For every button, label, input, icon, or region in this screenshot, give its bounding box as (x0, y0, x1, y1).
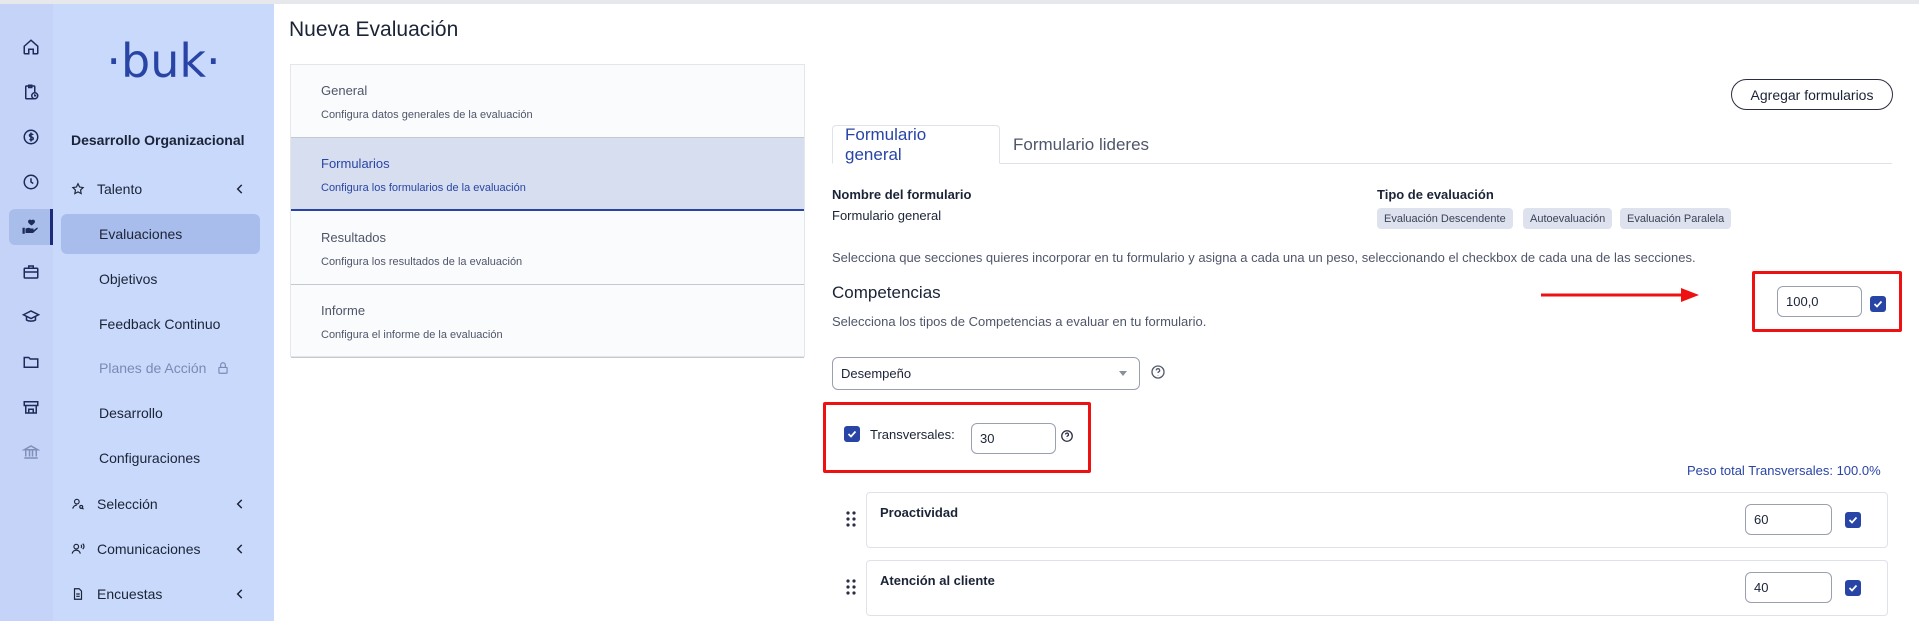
step-title: Resultados (321, 230, 387, 245)
sidebar-item-desarrollo[interactable]: Desarrollo (61, 393, 260, 433)
competencias-title: Competencias (832, 283, 941, 302)
caret-down-icon (1119, 371, 1127, 376)
evaluation-type-badge: Evaluación Paralela (1620, 208, 1732, 229)
top-border (0, 0, 1919, 4)
store-icon[interactable] (9, 389, 53, 425)
sidebar-item-label: Talento (97, 181, 143, 197)
sidebar-item-configuraciones[interactable]: Configuraciones (61, 438, 260, 478)
check-icon (1848, 584, 1858, 592)
step-title: Formularios (321, 156, 390, 171)
tab-formulario-general[interactable]: Formulario general (832, 125, 1000, 164)
home-icon[interactable] (9, 29, 53, 65)
check-icon (1873, 300, 1883, 308)
sidebar-item-label: Encuestas (97, 586, 163, 602)
help-icon[interactable] (1060, 429, 1074, 443)
step-title: Informe (321, 303, 366, 318)
competency-name: Atención al cliente (880, 573, 995, 588)
peso-total-transversales: Peso total Transversales: 100.0% (1687, 463, 1881, 478)
competencias-help-text: Selecciona los tipos de Competencias a e… (832, 314, 1207, 329)
competencias-weight-input[interactable]: 100,0 (1777, 286, 1862, 317)
sidebar-item-label: Feedback Continuo (99, 316, 221, 332)
step-description: Configura el informe de la evaluación (321, 329, 503, 341)
evaluation-type-label: Tipo de evaluación (1377, 187, 1494, 202)
competency-name: Proactividad (880, 505, 959, 520)
sidebar-item-label: Objetivos (99, 271, 158, 287)
step-informe[interactable]: Informe Configura el informe de la evalu… (291, 285, 804, 358)
competency-row: Atención al cliente (866, 560, 1888, 616)
check-icon (1848, 516, 1858, 524)
dollar-icon[interactable] (9, 119, 53, 155)
star-icon (71, 182, 85, 195)
sidebar-item-encuestas[interactable]: Encuestas (53, 574, 274, 614)
sidebar-item-label: Evaluaciones (99, 226, 183, 242)
chevron-left-icon (236, 499, 243, 509)
briefcase-icon[interactable] (9, 254, 53, 290)
sidebar-item-feedback-continuo[interactable]: Feedback Continuo (61, 304, 260, 344)
sidebar-item-objetivos[interactable]: Objetivos (61, 259, 260, 299)
transversales-checkbox[interactable] (844, 426, 860, 442)
check-icon (847, 430, 857, 438)
people-broadcast-icon (71, 543, 85, 554)
icon-rail (0, 4, 53, 621)
folder-icon[interactable] (9, 344, 53, 380)
competency-checkbox[interactable] (1845, 512, 1861, 528)
step-description: Configura los formularios de la evaluaci… (321, 182, 526, 194)
chevron-left-icon (236, 544, 243, 554)
transversales-label: Transversales: (870, 427, 955, 442)
sidebar-item-label: Configuraciones (99, 450, 201, 466)
evaluation-type-badge: Evaluación Descendente (1377, 208, 1513, 229)
form-name-label: Nombre del formulario (832, 187, 972, 202)
transversales-weight-input[interactable]: 30 (971, 423, 1056, 454)
sidebar: ·buk· Desarrollo Organizacional Talento … (53, 4, 274, 621)
graduation-cap-icon[interactable] (9, 299, 53, 335)
chevron-left-icon (236, 589, 243, 599)
step-formularios[interactable]: Formularios Configura los formularios de… (291, 138, 804, 211)
sidebar-item-seleccion[interactable]: Selección (53, 484, 274, 524)
annotation-arrow (1541, 288, 1699, 302)
sidebar-item-label: Planes de Acción (99, 360, 207, 376)
clipboard-clock-icon[interactable] (9, 74, 53, 110)
step-description: Configura los resultados de la evaluació… (321, 256, 523, 268)
hand-heart-icon[interactable] (9, 209, 53, 245)
page-title: Nueva Evaluación (289, 18, 459, 41)
evaluation-type-badge: Autoevaluación (1523, 208, 1613, 229)
competency-weight-input[interactable]: 60 (1745, 504, 1832, 535)
competency-row: Proactividad (866, 492, 1888, 548)
sidebar-item-label: Desarrollo (99, 405, 163, 421)
step-resultados[interactable]: Resultados Configura los resultados de l… (291, 212, 804, 285)
step-general[interactable]: General Configura datos generales de la … (291, 65, 804, 138)
sections-help-text: Selecciona que secciones quieres incorpo… (832, 250, 1696, 265)
help-icon[interactable] (1150, 364, 1166, 380)
clock-icon[interactable] (9, 164, 53, 200)
form-name-value: Formulario general (832, 208, 942, 223)
step-title: General (321, 83, 368, 98)
wizard-steps: General Configura datos generales de la … (290, 64, 805, 358)
app-root: ·buk· Desarrollo Organizacional Talento … (0, 0, 1919, 621)
chevron-left-icon (236, 184, 243, 194)
sidebar-item-comunicaciones[interactable]: Comunicaciones (53, 529, 274, 569)
sidebar-item-evaluaciones[interactable]: Evaluaciones (61, 214, 260, 254)
drag-handle-icon[interactable] (844, 578, 858, 596)
buk-logo[interactable]: ·buk· (53, 34, 274, 88)
add-forms-button[interactable]: Agregar formularios (1731, 79, 1893, 110)
competency-weight-input[interactable]: 40 (1745, 572, 1832, 603)
lock-icon (218, 362, 228, 374)
competency-checkbox[interactable] (1845, 580, 1861, 596)
sidebar-item-label: Comunicaciones (97, 541, 201, 557)
tab-formulario-lideres[interactable]: Formulario lideres (1001, 125, 1161, 164)
competencias-checkbox[interactable] (1870, 296, 1886, 312)
sidebar-item-planes-de-accion[interactable]: Planes de Acción (61, 348, 260, 388)
person-search-icon (72, 498, 84, 510)
module-title: Desarrollo Organizacional (71, 132, 245, 148)
drag-handle-icon[interactable] (844, 510, 858, 528)
sidebar-item-talento[interactable]: Talento (53, 169, 274, 209)
competency-type-select[interactable]: Desempeño (832, 357, 1140, 390)
sidebar-item-label: Selección (97, 496, 158, 512)
competency-type-selected: Desempeño (841, 366, 912, 381)
step-description: Configura datos generales de la evaluaci… (321, 109, 533, 121)
document-icon (73, 588, 83, 600)
bank-icon[interactable] (9, 434, 53, 470)
